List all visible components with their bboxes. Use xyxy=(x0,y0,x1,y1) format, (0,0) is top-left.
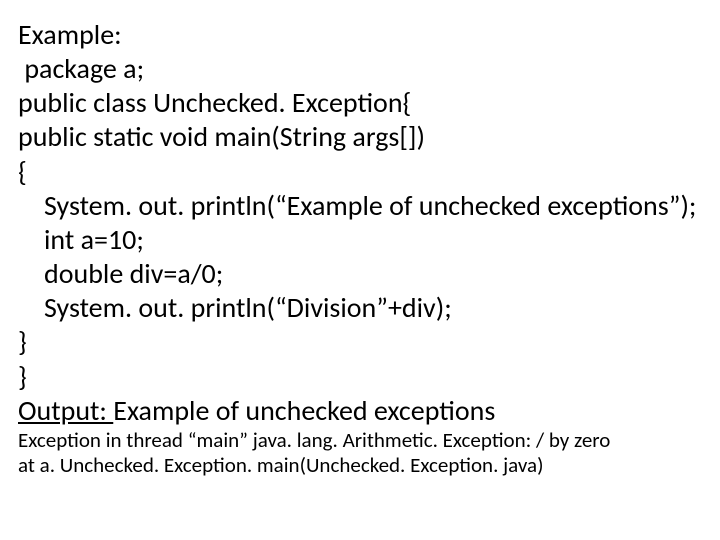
code-line: System. out. println(“Example of uncheck… xyxy=(18,189,700,223)
code-line: } xyxy=(18,325,700,359)
code-line: int a=10; xyxy=(18,223,700,257)
exception-line: Exception in thread “main” java. lang. A… xyxy=(18,428,700,454)
code-line: System. out. println(“Division”+div); xyxy=(18,291,700,325)
code-line: double div=a/0; xyxy=(18,257,700,291)
output-label: Output: xyxy=(18,393,113,428)
code-line: Example: xyxy=(18,18,700,52)
output-line: Output: Example of unchecked exceptions xyxy=(18,394,700,428)
slide: Example: package a; public class Uncheck… xyxy=(0,0,720,540)
code-line: public class Unchecked. Exception{ xyxy=(18,86,700,120)
code-line: { xyxy=(18,155,700,189)
code-line: } xyxy=(18,360,700,394)
output-text: Example of unchecked exceptions xyxy=(113,393,495,428)
code-line: public static void main(String args[]) xyxy=(18,120,700,154)
code-line: package a; xyxy=(18,52,700,86)
exception-line: at a. Unchecked. Exception. main(Uncheck… xyxy=(18,453,700,479)
